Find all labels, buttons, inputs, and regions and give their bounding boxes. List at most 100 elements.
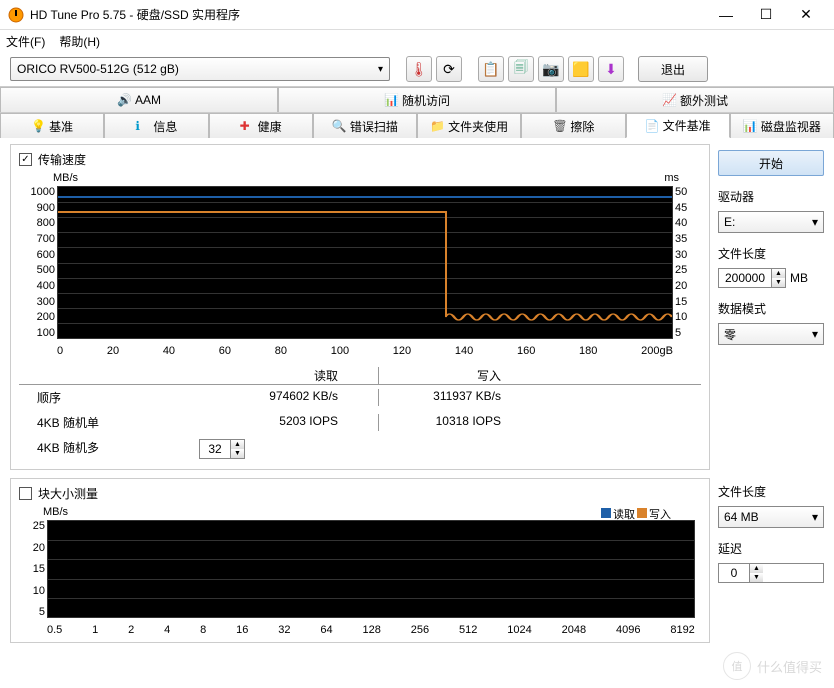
drive-selected-text: ORICO RV500-512G (512 gB) xyxy=(17,62,179,76)
4k-single-write-value: 10318 IOPS xyxy=(379,414,701,431)
file-length-unit: MB xyxy=(790,271,808,285)
block-size-checkbox[interactable]: 块大小测量 xyxy=(19,485,701,502)
save-button[interactable]: 🟨 xyxy=(568,56,594,82)
tab-benchmark[interactable]: 💡基准 xyxy=(0,113,104,138)
checkbox-icon xyxy=(19,487,32,500)
maximize-button[interactable]: ☐ xyxy=(746,1,786,29)
minimize-button[interactable]: — xyxy=(706,1,746,29)
refresh-button[interactable]: ⟳ xyxy=(436,56,462,82)
tab-aam[interactable]: 🔊AAM xyxy=(0,87,278,112)
file-length2-dropdown[interactable]: 64 MB▾ xyxy=(718,506,824,528)
window-title: HD Tune Pro 5.75 - 硬盘/SSD 实用程序 xyxy=(30,6,706,23)
read-series-line xyxy=(58,196,672,198)
queue-depth-input[interactable] xyxy=(200,440,230,458)
y-ticks-right: 5045403530252015105 xyxy=(675,186,701,339)
x-ticks: 020406080100120140160180200gB xyxy=(57,345,673,357)
start-button[interactable]: 开始 xyxy=(718,150,824,176)
data-pattern-dropdown[interactable]: 零▾ xyxy=(718,323,824,345)
queue-depth-spinner[interactable]: ▲▼ xyxy=(199,439,245,459)
file-length-input[interactable] xyxy=(719,269,771,287)
row-sequential-label: 顺序 xyxy=(19,389,179,406)
4k-single-read-value: 5203 IOPS xyxy=(179,414,379,431)
delay-label: 延迟 xyxy=(718,540,824,557)
tab-extra-tests[interactable]: 📈额外测试 xyxy=(556,87,834,112)
tab-random-access[interactable]: 📊随机访问 xyxy=(278,87,556,112)
app-icon xyxy=(8,7,24,23)
results-table: 读取 写入 顺序 974602 KB/s 311937 KB/s 4KB 随机单… xyxy=(19,367,701,463)
table-row: 顺序 974602 KB/s 311937 KB/s xyxy=(19,385,701,410)
transfer-speed-chart: MB/s ms 1000900800700600500400300200100 … xyxy=(19,172,701,357)
y-axis-right-unit: ms xyxy=(664,172,679,184)
close-button[interactable]: ✕ xyxy=(786,1,826,29)
spinner-down-icon[interactable]: ▼ xyxy=(231,449,244,458)
col-read-header: 读取 xyxy=(179,367,379,384)
spinner-up-icon[interactable]: ▲ xyxy=(231,440,244,449)
chart-plot-area xyxy=(47,520,695,618)
row-4k-multi-label: 4KB 随机多 xyxy=(19,439,179,459)
y-axis-unit: MB/s xyxy=(43,506,68,518)
tab-error-scan[interactable]: 🔍错误扫描 xyxy=(313,113,417,138)
transfer-speed-label: 传输速度 xyxy=(38,151,86,168)
row-4k-single-label: 4KB 随机单 xyxy=(19,414,179,431)
toolbar: ORICO RV500-512G (512 gB) ▾ 🌡 ⟳ 📋 🗐 📷 🟨 … xyxy=(0,52,834,86)
menu-file[interactable]: 文件(F) xyxy=(6,33,45,50)
data-pattern-label: 数据模式 xyxy=(718,300,824,317)
drive-letter-dropdown[interactable]: E:▾ xyxy=(718,211,824,233)
chart-plot-area xyxy=(57,186,673,339)
screenshot-button[interactable]: 📷 xyxy=(538,56,564,82)
temperature-button[interactable]: 🌡 xyxy=(406,56,432,82)
tab-folder-usage[interactable]: 📁文件夹使用 xyxy=(417,113,521,138)
file-length-label: 文件长度 xyxy=(718,245,824,262)
seq-read-value: 974602 KB/s xyxy=(179,389,379,406)
chevron-down-icon: ▾ xyxy=(812,215,818,229)
seq-write-value: 311937 KB/s xyxy=(379,389,701,406)
watermark: 值 什么值得买 xyxy=(723,652,822,680)
spinner-down-icon[interactable]: ▼ xyxy=(750,573,763,582)
spinner-up-icon[interactable]: ▲ xyxy=(772,269,785,278)
drive-label: 驱动器 xyxy=(718,188,824,205)
table-row: 4KB 随机多 ▲▼ xyxy=(19,435,701,463)
tab-file-benchmark[interactable]: 📄文件基准 xyxy=(626,113,730,138)
block-size-panel: 块大小测量 MB/s 读取 写入 252015105 0.51248163264 xyxy=(10,478,710,643)
drive-dropdown[interactable]: ORICO RV500-512G (512 gB) ▾ xyxy=(10,57,390,81)
y-ticks: 252015105 xyxy=(19,520,45,618)
checkbox-icon: ✓ xyxy=(19,153,32,166)
titlebar: HD Tune Pro 5.75 - 硬盘/SSD 实用程序 — ☐ ✕ xyxy=(0,0,834,30)
transfer-speed-panel: ✓ 传输速度 MB/s ms 1000900800700600500400300… xyxy=(10,144,710,470)
copy-screenshot-button[interactable]: 🗐 xyxy=(508,56,534,82)
x-ticks: 0.512481632641282565121024204840968192 xyxy=(47,624,695,636)
delay-spinner[interactable]: ▲▼ xyxy=(718,563,824,583)
tab-info[interactable]: ℹ信息 xyxy=(104,113,208,138)
spinner-down-icon[interactable]: ▼ xyxy=(772,278,785,287)
y-ticks-left: 1000900800700600500400300200100 xyxy=(19,186,55,339)
tab-erase[interactable]: 🗑擦除 xyxy=(521,113,625,138)
col-write-header: 写入 xyxy=(379,367,701,384)
side-panel: 开始 驱动器 E:▾ 文件长度 ▲▼ MB 数据模式 零▾ 文件长度 64 MB… xyxy=(718,144,824,651)
tabs-lower: 💡基准 ℹ信息 ✚健康 🔍错误扫描 📁文件夹使用 🗑擦除 📄文件基准 📊磁盘监视… xyxy=(0,112,834,138)
chevron-down-icon: ▾ xyxy=(812,510,818,524)
menubar: 文件(F) 帮助(H) xyxy=(0,30,834,52)
file-length2-label: 文件长度 xyxy=(718,483,824,500)
content-area: ✓ 传输速度 MB/s ms 1000900800700600500400300… xyxy=(0,138,834,657)
chevron-down-icon: ▾ xyxy=(812,327,818,341)
block-size-chart: MB/s 读取 写入 252015105 0.51248163264128256… xyxy=(19,506,701,636)
write-series-drop xyxy=(445,211,447,317)
write-series-line-flat xyxy=(58,211,445,213)
menu-help[interactable]: 帮助(H) xyxy=(59,33,100,50)
options-button[interactable]: ⬇ xyxy=(598,56,624,82)
tabs-upper: 🔊AAM 📊随机访问 📈额外测试 xyxy=(0,86,834,112)
legend-write-swatch xyxy=(637,508,647,518)
tab-disk-monitor[interactable]: 📊磁盘监视器 xyxy=(730,113,834,138)
y-axis-left-unit: MB/s xyxy=(53,172,78,184)
file-length-spinner[interactable]: ▲▼ xyxy=(718,268,786,288)
chevron-down-icon: ▾ xyxy=(378,64,383,75)
delay-input[interactable] xyxy=(719,564,749,582)
transfer-speed-checkbox[interactable]: ✓ 传输速度 xyxy=(19,151,701,168)
exit-button[interactable]: 退出 xyxy=(638,56,708,82)
tab-health[interactable]: ✚健康 xyxy=(209,113,313,138)
copy-info-button[interactable]: 📋 xyxy=(478,56,504,82)
table-row: 4KB 随机单 5203 IOPS 10318 IOPS xyxy=(19,410,701,435)
legend-read-swatch xyxy=(601,508,611,518)
spinner-up-icon[interactable]: ▲ xyxy=(750,564,763,573)
write-series-oscillation xyxy=(445,311,672,323)
